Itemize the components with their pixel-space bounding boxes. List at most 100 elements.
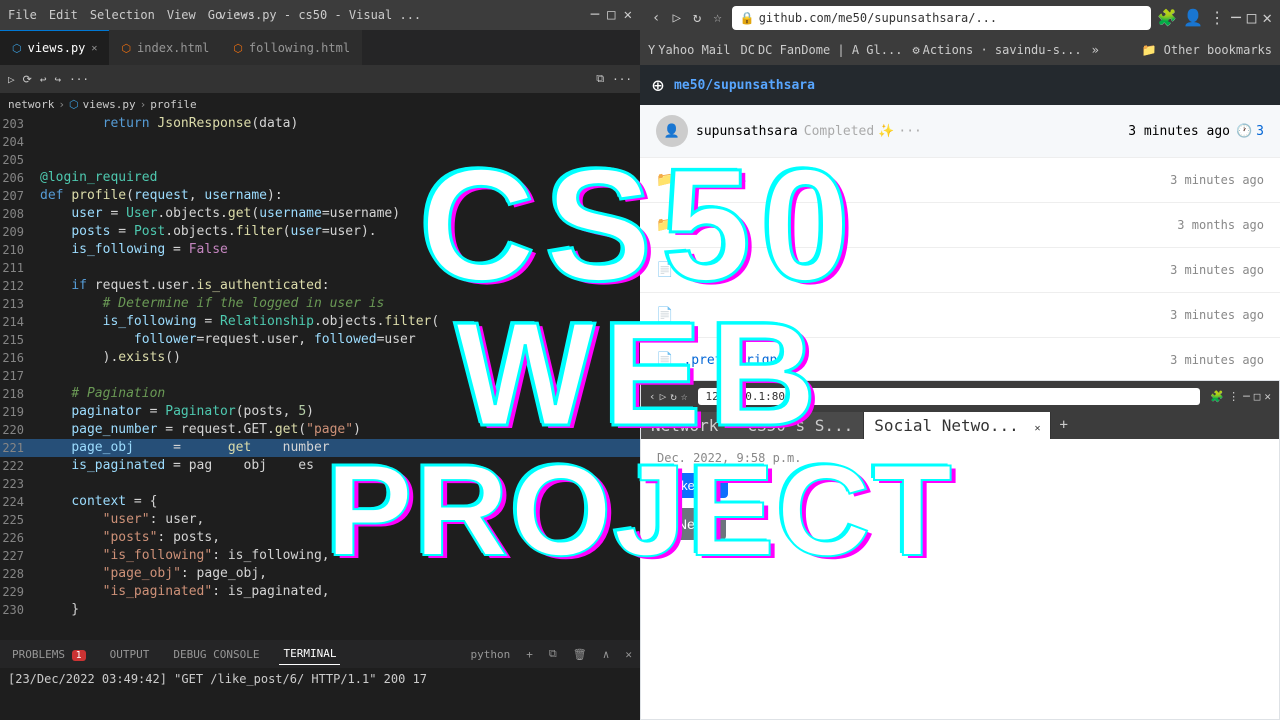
back-button[interactable]: ‹ — [648, 8, 664, 28]
browser-nav[interactable]: ‹ ▷ ↻ ☆ — [648, 8, 726, 28]
url-bar[interactable]: 🔒 github.com/me50/supunsathsara/... — [732, 6, 1151, 30]
code-line-218: 218 # Pagination — [0, 385, 640, 403]
breadcrumb-profile[interactable]: profile — [150, 98, 196, 111]
bookmark-btn-social[interactable]: ☆ — [681, 390, 688, 403]
repo-item-1: 📁 3 months ago — [640, 203, 1280, 248]
breadcrumb-file[interactable]: views.py — [83, 98, 136, 111]
actions-bookmark[interactable]: ⚙ Actions · savindu-s... — [912, 43, 1081, 57]
redo-icon[interactable]: ↪ — [54, 73, 61, 86]
commit-username[interactable]: supunsathsara — [696, 124, 798, 139]
minimize-button[interactable]: ─ — [591, 7, 599, 23]
menu-file[interactable]: File — [8, 8, 37, 22]
tab-close-views-py[interactable]: ✕ — [91, 43, 97, 54]
code-line-213: 213 # Determine if the logged in user is — [0, 295, 640, 313]
code-line-219: 219 paginator = Paginator(posts, 5) — [0, 403, 640, 421]
yahoo-mail-bookmark[interactable]: Y Yahoo Mail — [648, 43, 730, 57]
social-settings-icon[interactable]: ⋮ — [1228, 390, 1239, 403]
maximize-button[interactable]: □ — [607, 7, 615, 23]
tab-label-views-py: views.py — [28, 41, 86, 55]
code-line-208: 208 user = User.objects.get(username=use… — [0, 205, 640, 223]
menu-selection[interactable]: Selection — [90, 8, 155, 22]
menu-view[interactable]: View — [167, 8, 196, 22]
social-network-panel: ‹ ▷ ↻ ☆ 127.0.0.1:8000 🧩 ⋮ ─ □ ✕ Network… — [640, 380, 1280, 720]
refresh-btn-social[interactable]: ↻ — [670, 390, 677, 403]
github-repo-name[interactable]: me50/supunsathsara — [674, 78, 815, 93]
terminal-split[interactable]: ⧉ — [549, 647, 557, 661]
undo-icon[interactable]: ↩ — [40, 73, 47, 86]
social-minimize[interactable]: ─ — [1243, 390, 1250, 403]
social-maximize[interactable]: □ — [1254, 390, 1261, 403]
dc-icon: DC — [740, 43, 754, 57]
social-browser-chrome: ‹ ▷ ↻ ☆ 127.0.0.1:8000 🧩 ⋮ ─ □ ✕ — [641, 381, 1279, 411]
social-url-bar[interactable]: 127.0.0.1:8000 — [698, 388, 1201, 405]
bookmark-icon[interactable]: ☆ — [709, 8, 725, 28]
tab-index-html[interactable]: ⬡ index.html — [109, 30, 221, 65]
github-icon: ⚙ — [912, 43, 919, 57]
window-controls[interactable]: ─ □ ✕ — [591, 7, 632, 23]
code-line-216: 216 ).exists() — [0, 349, 640, 367]
forward-button[interactable]: ▷ — [668, 8, 684, 28]
file-icon-2: 📄 — [656, 262, 673, 278]
other-bookmarks[interactable]: 📁 Other bookmarks — [1141, 43, 1272, 57]
tab-output[interactable]: OUTPUT — [106, 644, 154, 665]
settings-icon[interactable]: ⋮ — [1209, 8, 1225, 27]
terminal-collapse[interactable]: ∧ — [603, 648, 610, 661]
code-line-211: 211 — [0, 259, 640, 277]
code-line-215: 215 follower=request.user, followed=user — [0, 331, 640, 349]
tab-views-py[interactable]: ⬡ views.py ✕ — [0, 30, 109, 65]
tab-terminal[interactable]: TERMINAL — [279, 643, 340, 665]
tab-following-html[interactable]: ⬡ following.html — [221, 30, 362, 65]
repo-item-time-1: 3 months ago — [1177, 218, 1264, 232]
next-button[interactable]: Next — [657, 508, 726, 540]
close-button[interactable]: ✕ — [624, 7, 632, 23]
minimize-button-gh[interactable]: ─ — [1231, 8, 1241, 27]
social-ext-icon[interactable]: 🧩 — [1210, 390, 1224, 403]
terminal-more[interactable]: + — [526, 648, 533, 661]
profile-icon[interactable]: 👤 — [1183, 8, 1203, 27]
tab-problems[interactable]: PROBLEMS 1 — [8, 644, 90, 665]
maximize-button-gh[interactable]: □ — [1247, 8, 1257, 27]
code-editor[interactable]: 203 return JsonResponse(data) 204 205 20… — [0, 115, 640, 637]
close-button-gh[interactable]: ✕ — [1262, 8, 1272, 27]
run-debug-icon[interactable]: ⟳ — [23, 73, 32, 86]
social-close[interactable]: ✕ — [1264, 390, 1271, 403]
folder-icon-1: 📁 — [656, 217, 673, 233]
html-icon-2: ⬡ — [233, 42, 243, 55]
terminal-cmd[interactable]: python — [471, 648, 511, 661]
menu-edit[interactable]: Edit — [49, 8, 78, 22]
tab-social-network[interactable]: Social Netwo... ✕ — [864, 412, 1051, 439]
extensions-icon[interactable]: 🧩 — [1157, 8, 1177, 27]
repo-item-2: 📄 3 minutes ago — [640, 248, 1280, 293]
repo-item-name-project4[interactable]: project4 — [683, 173, 1160, 188]
like-button[interactable]: Like 0 — [657, 473, 728, 498]
bookmarks-bar: Y Yahoo Mail DC DC FanDome | A Gl... ⚙ A… — [640, 35, 1280, 65]
split-icon[interactable]: ⧉ — [596, 72, 604, 86]
code-line-220: 220 page_number = request.GET.get("page"… — [0, 421, 640, 439]
dc-fandome-bookmark[interactable]: DC DC FanDome | A Gl... — [740, 43, 902, 57]
breadcrumb: network › ⬡ views.py › profile — [0, 93, 640, 115]
code-line-221: 221 page_obj = get number — [0, 439, 640, 457]
terminal-close[interactable]: ✕ — [625, 648, 632, 661]
run-icon[interactable]: ▷ — [8, 73, 15, 86]
breadcrumb-network[interactable]: network — [8, 98, 54, 111]
code-line-222: 222 is_paginated = pag obj es — [0, 457, 640, 475]
code-line-203: 203 return JsonResponse(data) — [0, 115, 640, 133]
repo-item-project4: 📁 project4 3 minutes ago — [640, 158, 1280, 203]
tab-close-social[interactable]: ✕ — [1034, 423, 1040, 434]
tab-label-index-html: index.html — [137, 41, 209, 55]
url-text: github.com/me50/supunsathsara/... — [759, 11, 997, 25]
repo-item-name-prettier[interactable]: .prettierignore — [683, 353, 1160, 368]
code-line-217: 217 — [0, 367, 640, 385]
action-more[interactable]: ··· — [69, 73, 89, 86]
tab-network-cs50[interactable]: Network - CS50's S... — [641, 412, 864, 439]
new-tab-button[interactable]: + — [1051, 413, 1075, 437]
vscode-panel: File Edit Selection View Go ··· views.py… — [0, 0, 640, 720]
terminal-delete[interactable]: 🗑 — [573, 648, 587, 661]
tab-debug-console[interactable]: DEBUG CONSOLE — [169, 644, 263, 665]
bookmarks-more[interactable]: » — [1092, 43, 1099, 57]
more-icon-commit[interactable]: ··· — [898, 124, 921, 139]
more-icon[interactable]: ··· — [612, 73, 632, 86]
back-btn-social[interactable]: ‹ — [649, 390, 656, 403]
forward-btn-social[interactable]: ▷ — [660, 390, 667, 403]
refresh-button[interactable]: ↻ — [689, 8, 705, 28]
